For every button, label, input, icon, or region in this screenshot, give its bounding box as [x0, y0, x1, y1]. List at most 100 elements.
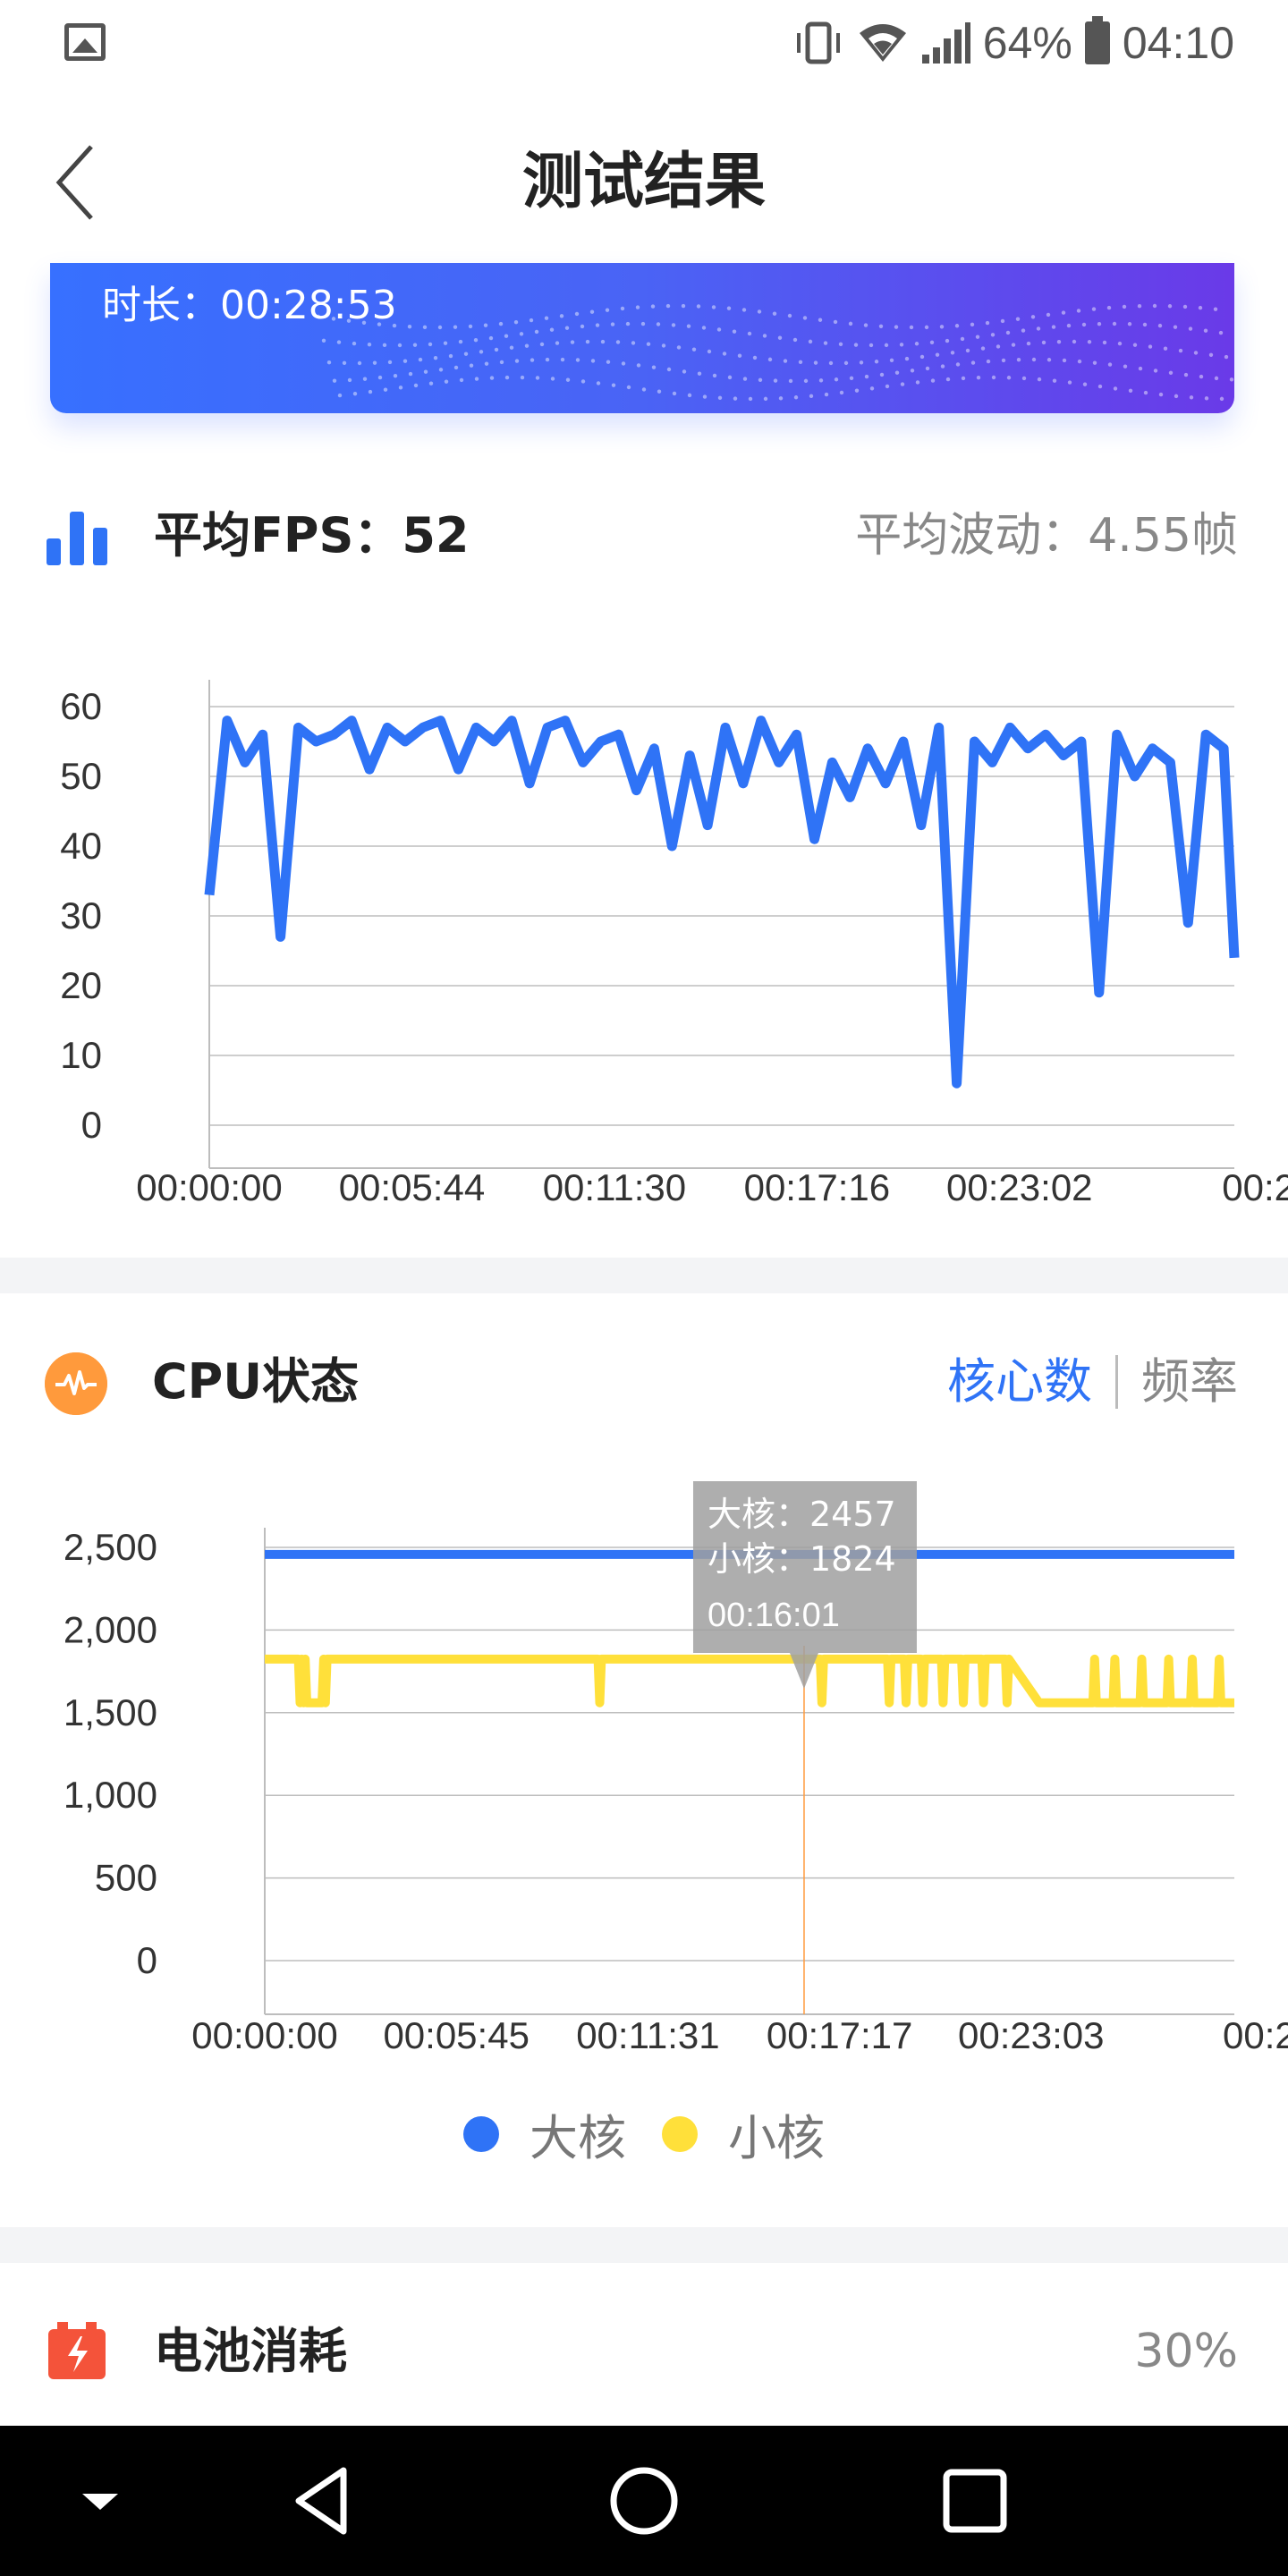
banner-dot — [1189, 395, 1194, 400]
banner-dot — [849, 376, 854, 381]
legend-item-big-core[interactable]: 大核 — [463, 2098, 626, 2169]
banner-dot — [1178, 348, 1183, 353]
banner-dot — [853, 343, 859, 347]
banner-dot — [342, 360, 347, 366]
tab-frequency[interactable]: 频率 — [1141, 1351, 1238, 1413]
banner-dot — [479, 350, 484, 354]
banner-dot — [635, 305, 640, 309]
banner-dot — [843, 360, 849, 366]
fps-x-tick-label: 00:00:00 — [136, 1166, 283, 1208]
banner-dot — [473, 337, 479, 343]
home-icon[interactable] — [599, 2426, 689, 2576]
cpu-x-tick-label: 00:00:00 — [191, 2014, 338, 2056]
banner-dot — [1188, 326, 1193, 331]
banner-dot — [615, 340, 621, 344]
banner-dot — [1224, 354, 1229, 360]
banner-dot — [1137, 304, 1142, 309]
banner-dot — [859, 360, 864, 365]
tooltip-time: 00:16:01 — [708, 1597, 840, 1634]
banner-dot — [428, 381, 434, 386]
banner-dot — [676, 345, 682, 350]
banner-dot — [463, 352, 469, 356]
banner-dot — [574, 311, 580, 317]
banner-dot — [621, 361, 626, 366]
battery-drain-icon — [48, 2322, 106, 2379]
legend-item-little-core[interactable]: 小核 — [662, 2098, 825, 2169]
fps-chart: 60 50 40 30 20 10 0 00:00:00 00:05:44 00:11:30 00:… — [60, 680, 1288, 1208]
banner-dot — [914, 342, 919, 346]
banner-dot — [605, 308, 610, 312]
fps-x-tick-label: 00:23:02 — [946, 1166, 1093, 1208]
banner-dot — [1036, 326, 1041, 331]
banner-dot — [863, 323, 869, 327]
banner-dot — [513, 319, 519, 325]
banner-dot — [818, 378, 824, 383]
banner-dot — [1163, 346, 1168, 351]
fps-x-tick-label: 00:17:16 — [744, 1166, 891, 1208]
banner-dot — [889, 358, 894, 363]
banner-dot — [671, 323, 676, 327]
banner-dot — [1021, 328, 1026, 333]
banner-dot — [438, 368, 444, 372]
battery-percent: 64% — [982, 18, 1072, 68]
banner-dot — [757, 309, 762, 314]
banner-dot — [1112, 321, 1117, 326]
banner-dot — [1198, 305, 1203, 310]
banner-dot — [448, 353, 453, 359]
banner-dot — [681, 303, 686, 309]
cpu-y-tick-label: 500 — [95, 1857, 157, 1899]
banner-dot — [869, 386, 875, 391]
banner-dot — [813, 360, 818, 365]
banner-dot — [940, 364, 945, 369]
status-icons: 64% 04:10 — [792, 16, 1234, 70]
banner-dot — [412, 343, 418, 347]
banner-dot — [1148, 344, 1153, 349]
banner-dot — [1132, 343, 1138, 347]
banner-dot — [925, 366, 930, 371]
banner-dot — [398, 386, 403, 390]
cpu-chart[interactable]: 2,500 2,000 1,500 1,000 500 0 00:00:00 00:05:45… — [0, 1467, 1288, 2093]
banner-dot — [864, 374, 869, 379]
banner-dot — [682, 369, 687, 374]
back-icon[interactable] — [277, 2426, 367, 2576]
banner-dot — [1016, 358, 1021, 362]
banner-dot — [996, 344, 1001, 349]
banner-dot — [560, 357, 565, 362]
banner-dot — [433, 355, 438, 360]
banner-dot — [1046, 312, 1051, 318]
banner-dot — [950, 351, 955, 355]
banner-dot — [1143, 390, 1148, 395]
banner-dot — [555, 341, 560, 345]
banner-dot — [1153, 369, 1158, 373]
legend-label-big-core: 大核 — [530, 2110, 626, 2166]
banner-dot — [1229, 377, 1234, 382]
banner-dot — [763, 396, 768, 402]
banner-dot — [665, 303, 671, 309]
fps-y-tick-label: 60 — [60, 685, 102, 727]
banner-dot — [458, 339, 463, 344]
fps-x-tick-label: 00:28:4 — [1222, 1166, 1288, 1208]
banner-dot — [408, 371, 413, 377]
banner-dot — [337, 393, 343, 398]
banner-dot — [1158, 392, 1164, 397]
banner-dot — [792, 337, 798, 343]
banner-dot — [564, 326, 570, 330]
banner-dot — [741, 308, 747, 312]
banner-dot — [422, 325, 428, 330]
banner-dot — [534, 329, 539, 335]
section-divider — [0, 2227, 1288, 2263]
collapse-arrow-icon[interactable] — [63, 2426, 138, 2576]
banner-dot — [1006, 376, 1012, 380]
banner-dot — [1213, 307, 1218, 311]
fps-y-tick-label: 40 — [60, 825, 102, 867]
banner-dot — [778, 396, 784, 401]
battery-icon — [1084, 16, 1110, 64]
banner-dot — [808, 339, 813, 344]
banner-dot — [651, 365, 657, 369]
banner-dot — [504, 334, 509, 338]
tab-core-count[interactable]: 核心数 — [947, 1351, 1092, 1413]
banner-dot — [423, 369, 428, 374]
banner-dot — [596, 381, 601, 386]
banner-dot — [874, 360, 879, 364]
recents-icon[interactable] — [930, 2426, 1020, 2576]
